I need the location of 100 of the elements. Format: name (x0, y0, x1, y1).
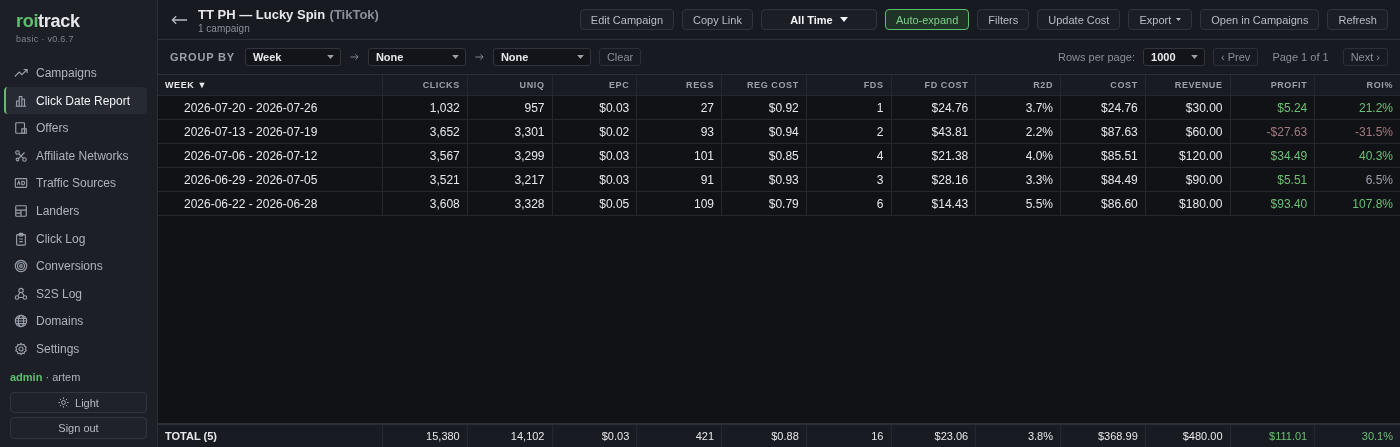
arrow-right-icon (349, 53, 359, 61)
logo-text: track (38, 11, 80, 31)
column-header[interactable]: REGS (637, 75, 722, 95)
table-cell: 109 (637, 192, 722, 215)
prev-page-button[interactable]: ‹ Prev (1213, 48, 1259, 66)
toolbar-button[interactable]: Open in Campaigns (1200, 9, 1320, 30)
table-cell: $85.51 (1061, 144, 1146, 167)
table-cell: 3.3% (976, 168, 1061, 191)
auto-expand-toggle[interactable]: Auto-expand (884, 9, 970, 30)
table-cell: $86.60 (1061, 192, 1146, 215)
arrow-right-icon (474, 53, 484, 61)
group-by-select[interactable]: None (367, 48, 466, 66)
grid-icon (14, 204, 28, 218)
table-cell: $24.76 (1061, 96, 1146, 119)
table-cell: $0.93 (722, 168, 807, 191)
table-cell: 3,299 (467, 144, 553, 167)
network-icon (14, 148, 28, 163)
table-cell: 2026-07-13 - 2026-07-19 (158, 120, 383, 143)
table-cell: $0.03 (552, 144, 638, 167)
date-range-dropdown[interactable]: All Time (760, 9, 877, 30)
total-cell: $0.88 (722, 425, 807, 447)
table-cell-text: 21.2% (1357, 99, 1394, 117)
toolbar-button[interactable]: Update Cost (1037, 9, 1121, 30)
column-header[interactable]: ROI% (1315, 75, 1400, 95)
sidebar-item[interactable]: Domains (4, 307, 147, 336)
bar-chart-icon (14, 93, 28, 108)
table-cell-text: 107.8% (1351, 195, 1394, 213)
table-cell: 1,032 (383, 96, 468, 119)
column-header[interactable]: REG COST (722, 75, 807, 95)
table-cell: 2.2% (976, 120, 1061, 143)
sidebar-item[interactable]: Click Log (4, 224, 147, 253)
theme-button[interactable]: Light (10, 391, 147, 414)
toolbar-button[interactable]: Refresh (1327, 9, 1388, 30)
column-header[interactable]: EPC (552, 75, 638, 95)
table-cell: 3 (806, 168, 892, 191)
table-cell: $0.79 (722, 192, 807, 215)
sidebar-item[interactable]: Landers (4, 197, 147, 225)
version-label: basic · v0.6.7 (16, 34, 75, 44)
table-cell: 3.7% (976, 96, 1061, 119)
clear-button[interactable]: Clear (598, 48, 642, 66)
caret-icon (839, 17, 848, 22)
clipboard-icon (14, 231, 28, 246)
column-header[interactable]: CLICKS (383, 75, 468, 95)
sidebar-item[interactable]: Conversions (4, 252, 147, 280)
globe-icon (14, 314, 28, 329)
export-menu-button[interactable]: Export (1128, 9, 1193, 30)
table-cell-text: 6.5% (1364, 171, 1394, 189)
table-cell: 1 (806, 96, 892, 119)
total-cell: 14,102 (467, 425, 553, 447)
toolbar-button[interactable]: Copy Link (682, 9, 753, 30)
toolbar-button[interactable]: Edit Campaign (579, 9, 674, 30)
column-header[interactable]: COST (1061, 75, 1146, 95)
next-page-button[interactable]: Next › (1342, 48, 1388, 66)
table-cell: 6 (806, 192, 892, 215)
column-header[interactable]: UNIQ (467, 75, 553, 95)
group-by-select[interactable]: None (492, 48, 591, 66)
rows-per-page-select[interactable]: 1000 (1143, 48, 1206, 66)
sidebar-item[interactable]: Traffic Sources (4, 169, 147, 198)
table-cell: $0.03 (552, 168, 638, 191)
total-cell: 15,380 (383, 425, 468, 447)
sidebar-item[interactable]: Settings (4, 335, 147, 363)
sidebar-item[interactable]: Affiliate Networks (4, 142, 147, 170)
total-cell: 3.8% (976, 425, 1061, 447)
table-cell: 5.5% (976, 192, 1061, 215)
logo-accent: roi (16, 11, 39, 31)
sun-icon (58, 397, 70, 409)
table-cell: $90.00 (1145, 168, 1231, 191)
table-cell: 3,567 (383, 144, 468, 167)
sign-out-button[interactable]: Sign out (10, 417, 147, 439)
table-cell: $5.24 (1230, 96, 1316, 119)
table-cell: $0.03 (552, 96, 638, 119)
table-cell: $0.05 (552, 192, 638, 215)
table-cell: 3,301 (467, 120, 553, 143)
column-header[interactable]: FD COST (891, 75, 977, 95)
column-header[interactable]: R2D (976, 75, 1061, 95)
table-cell-text: 40.3% (1357, 147, 1394, 165)
table-cell: $0.85 (722, 144, 807, 167)
settings-icon (14, 341, 28, 356)
sidebar-item[interactable]: S2S Log (4, 279, 147, 308)
sidebar-item[interactable]: Offers (4, 114, 147, 142)
table-cell: $120.00 (1145, 144, 1231, 167)
table-cell: 3,608 (383, 192, 468, 215)
column-header[interactable]: PROFIT (1230, 75, 1316, 95)
total-cell-text: 30.1% (1360, 429, 1394, 444)
column-header[interactable]: WEEK ▼ (158, 75, 383, 95)
sidebar-item[interactable]: Campaigns (4, 59, 147, 87)
total-cell: $111.01 (1230, 425, 1316, 447)
table-cell: 3,328 (467, 192, 553, 215)
ad-icon (14, 176, 28, 191)
target-icon (14, 259, 28, 274)
column-header[interactable]: REVENUE (1145, 75, 1231, 95)
total-cell: $23.06 (891, 425, 977, 447)
sidebar-item[interactable]: Click Date Report (4, 86, 147, 115)
table-cell: $14.43 (891, 192, 977, 215)
table-cell: -$27.63 (1230, 120, 1316, 143)
group-by-select[interactable]: Week (244, 48, 341, 66)
toolbar-button[interactable]: Filters (977, 9, 1030, 30)
column-header[interactable]: FDS (806, 75, 892, 95)
back-arrow-icon[interactable] (171, 14, 188, 25)
caret-icon (1176, 18, 1182, 21)
